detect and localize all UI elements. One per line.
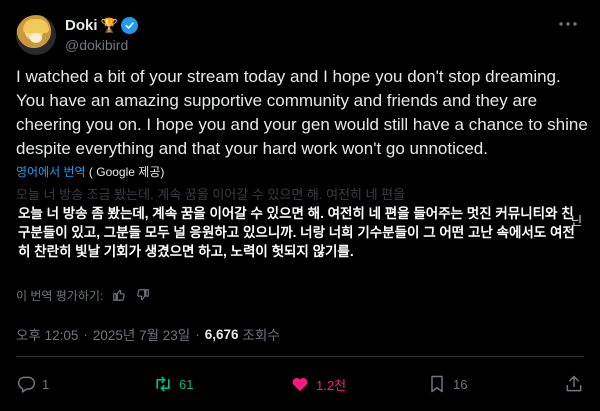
meta-separator: · [195,326,200,342]
verified-badge-icon [120,17,138,34]
translation-attribution: 영어에서 번역 ( Google 제공) [16,164,164,180]
tweet-header: Doki 🏆 @dokibird [16,12,586,58]
more-dots-icon [559,22,577,26]
translation-provider: ( Google 제공) [88,165,165,179]
reply-count: 1 [42,376,50,392]
reply-button[interactable]: 1 [16,374,76,394]
rate-translation-row: 이 번역 평가하기: [16,286,151,304]
author-block: Doki 🏆 @dokibird [65,16,138,55]
bookmark-icon [431,375,443,393]
divider [16,356,584,357]
retweet-button[interactable]: 61 [153,374,213,394]
rate-translation-label: 이 번역 평가하기: [16,288,104,303]
share-button[interactable] [564,374,584,394]
translated-text-fragment: 닌 [570,214,582,228]
translated-from-link[interactable]: 영어에서 번역 [16,165,86,179]
action-bar: 1 61 1.2천 16 [16,372,584,396]
views-label: 조회수 [242,328,280,343]
tweet-time[interactable]: 오후 12:05 [16,324,78,344]
tweet-text: I watched a bit of your stream today and… [16,67,588,158]
thumbs-down-icon[interactable] [135,287,151,303]
tweet-date[interactable]: 2025년 7월 23일 [93,324,190,344]
trophy-icon: 🏆 [100,17,118,33]
meta-separator: · [83,326,88,342]
like-button[interactable]: 1.2천 [290,374,350,394]
translated-text: 오늘 너 방송 좀 봤는데, 계속 꿈을 이어갈 수 있으면 해. 여전히 네 … [18,206,575,259]
handle[interactable]: @dokibird [65,36,138,55]
reply-icon [17,376,36,393]
retweet-icon [156,376,170,392]
bookmark-button[interactable]: 16 [427,374,487,394]
views-count: 6,676 [204,326,239,342]
name-row: Doki 🏆 [65,16,138,36]
avatar[interactable] [16,15,56,55]
bookmark-count: 16 [453,376,468,392]
like-count: 1.2천 [316,377,347,393]
retweet-count: 61 [179,376,194,392]
share-icon [566,375,582,392]
heart-icon [292,377,308,392]
more-options-button[interactable] [556,14,580,34]
tweet-meta: 오후 12:05 · 2025년 7월 23일 · 6,676 조회수 [16,324,280,344]
thumbs-up-icon[interactable] [111,287,127,303]
display-name[interactable]: Doki [65,17,98,34]
